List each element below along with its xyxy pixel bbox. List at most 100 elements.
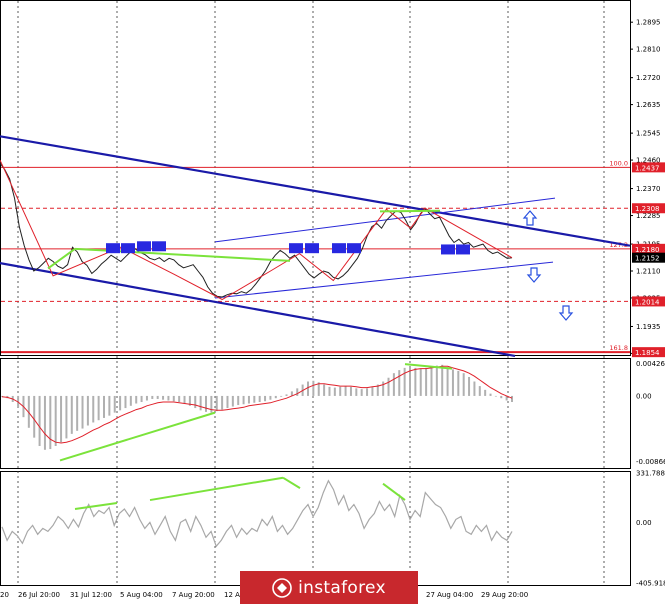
macd-bar-88 (473, 381, 476, 396)
macd-bar-68 (366, 388, 369, 396)
price-tick-label-9: 1.2110 (636, 268, 661, 276)
x-axis-label-6: 27 Aug 04:00 (426, 591, 473, 599)
cci-tick-label-1: 0.00 (636, 519, 652, 527)
macd-bar-80 (430, 366, 433, 396)
cci-tick-label-0: 331.7881 (636, 469, 665, 477)
macd-bar-16 (86, 395, 89, 426)
macd-bar-11 (60, 395, 63, 443)
macd-bar-65 (349, 386, 352, 396)
macd-bar-85 (457, 370, 460, 396)
macd-bar-9 (49, 395, 52, 450)
macd-bar-93 (500, 395, 503, 399)
macd-bar-27 (145, 395, 148, 401)
zone-box-1 (121, 243, 135, 254)
macd-bar-73 (392, 373, 395, 396)
macd-bar-86 (462, 373, 465, 396)
price-tick-label-1: 1.2810 (636, 46, 661, 54)
macd-bar-25 (135, 395, 138, 404)
macd-bar-75 (403, 367, 406, 396)
price-box-label-0: 1.2437 (635, 164, 660, 172)
zone-box-8 (441, 244, 455, 255)
zone-box-5 (305, 243, 319, 254)
macd-bar-89 (478, 386, 481, 396)
price-box-label-3: 1.2152 (635, 255, 660, 263)
zone-box-2 (137, 241, 151, 252)
macd-bar-91 (489, 393, 492, 396)
macd-bar-55 (296, 388, 299, 396)
macd-bar-53 (285, 394, 288, 396)
macd-bar-64 (344, 386, 347, 396)
x-axis-label-7: 29 Aug 20:00 (481, 591, 528, 599)
chart-canvas: 1.28951.28101.27201.26351.25451.24601.23… (0, 0, 665, 599)
macd-bar-92 (494, 395, 497, 397)
x-axis-label-3: 5 Aug 04:00 (120, 591, 163, 599)
macd-bar-20 (108, 395, 111, 416)
macd-bar-71 (382, 381, 385, 396)
macd-bar-12 (65, 395, 68, 439)
cci-panel-frame (0, 471, 631, 586)
macd-bar-31 (167, 395, 170, 401)
macd-bar-19 (103, 395, 105, 418)
macd-bar-84 (451, 369, 454, 396)
macd-bar-18 (97, 395, 100, 421)
zone-box-9 (456, 244, 470, 255)
macd-bar-13 (70, 395, 73, 434)
zone-box-7 (347, 243, 361, 254)
price-divergence-2 (379, 209, 441, 213)
macd-bar-22 (119, 395, 122, 411)
macd-panel-frame (0, 358, 631, 469)
zone-box-6 (332, 243, 346, 254)
price-tick-label-3: 1.2635 (636, 101, 661, 109)
macd-bar-14 (76, 395, 79, 431)
price-box-label-4: 1.2014 (635, 298, 660, 306)
macd-bar-24 (129, 395, 132, 406)
macd-bar-47 (253, 395, 256, 403)
zone-box-4 (289, 243, 303, 254)
price-tick-label-4: 1.2545 (636, 130, 661, 138)
macd-bar-40 (215, 395, 218, 412)
price-box-label-1: 1.2308 (635, 205, 660, 213)
macd-bar-44 (237, 395, 240, 406)
macd-bar-33 (178, 395, 181, 402)
instaforex-logo-icon (272, 577, 292, 598)
macd-bar-42 (226, 395, 229, 409)
price-panel-frame (0, 0, 631, 356)
macd-bar-37 (199, 395, 202, 411)
macd-bar-30 (162, 395, 165, 400)
macd-bar-66 (355, 388, 358, 396)
macd-bar-79 (425, 367, 428, 396)
macd-bar-48 (258, 395, 261, 402)
price-tick-label-0: 1.2895 (636, 19, 661, 27)
instaforex-watermark: instaforex (240, 571, 418, 604)
fib-label-2: 161.8 (609, 344, 628, 352)
x-axis-label-4: 7 Aug 20:00 (172, 591, 215, 599)
cci-tick-label-2: -405.918 (636, 579, 665, 587)
chart-root: 1.2895 1.2810 1.2720 1.2635 1.2545 1.2460 1.23… (0, 0, 665, 604)
macd-tick-label-2: -0.00866 (636, 458, 665, 466)
price-tick-label-2: 1.2720 (636, 74, 661, 82)
macd-bar-61 (328, 386, 331, 396)
macd-tick-label-0: 0.00426 (636, 360, 665, 368)
macd-tick-label-1: 0.00 (636, 392, 652, 400)
macd-bar-50 (269, 395, 272, 400)
macd-bar-7 (38, 395, 41, 446)
price-tick-label-11: 1.1935 (636, 323, 661, 331)
macd-bar-29 (156, 395, 159, 399)
macd-bar-57 (307, 381, 309, 396)
price-box-label-5: 1.1854 (635, 349, 660, 357)
macd-bar-43 (231, 395, 234, 407)
macd-bar-32 (172, 395, 175, 402)
macd-bar-78 (419, 368, 422, 396)
zone-box-0 (106, 243, 120, 254)
macd-bar-34 (183, 395, 186, 404)
macd-bar-8 (43, 395, 46, 450)
macd-bar-38 (205, 395, 207, 412)
macd-bar-23 (124, 395, 127, 409)
macd-bar-72 (387, 377, 390, 396)
macd-bar-36 (194, 395, 197, 409)
macd-bar-81 (435, 365, 438, 396)
macd-bar-28 (151, 395, 154, 399)
macd-bar-62 (333, 387, 336, 396)
macd-bar-87 (468, 376, 471, 396)
macd-bar-46 (247, 395, 250, 404)
